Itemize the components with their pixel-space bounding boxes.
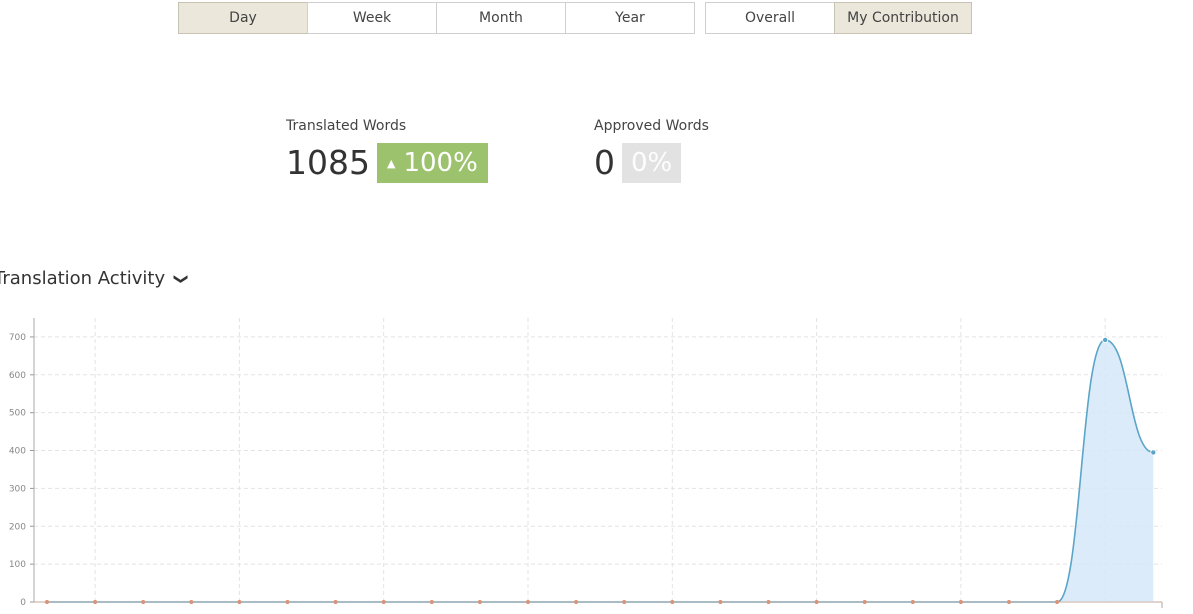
scope-my-contribution-button[interactable]: My Contribution — [834, 2, 972, 34]
y-tick-label: 200 — [9, 522, 26, 532]
approved-words-value: 0 — [594, 143, 615, 182]
y-tick-label: 0 — [20, 598, 26, 608]
translation-activity-chart: 0 100 200 300 400 500 600 700 — [9, 318, 1163, 608]
translated-words-label: Translated Words — [286, 118, 407, 134]
scope-tab-group: Overall My Contribution — [705, 2, 972, 34]
trend-up-icon: ▲ — [386, 156, 396, 170]
translated-words-stat: Translated Words 1085 ▲ 100% — [286, 118, 488, 183]
translation-activity-toggle[interactable]: Translation Activity ❯ — [0, 268, 189, 289]
y-tick-label: 100 — [9, 560, 26, 570]
y-tick-label: 300 — [9, 484, 26, 494]
approved-words-label: Approved Words — [594, 118, 709, 134]
data-point — [1102, 336, 1109, 343]
activity-line — [47, 339, 1154, 603]
period-tab-group: Day Week Month Year — [178, 2, 695, 34]
translated-change-value: 100% — [403, 148, 478, 178]
approved-change-value: 0% — [631, 148, 673, 178]
period-month-button[interactable]: Month — [436, 2, 566, 34]
data-point — [1150, 449, 1157, 456]
activity-area — [47, 339, 1154, 602]
y-tick-label: 700 — [9, 333, 26, 343]
period-year-button[interactable]: Year — [565, 2, 695, 34]
y-tick-label: 400 — [9, 447, 26, 457]
period-day-button[interactable]: Day — [178, 2, 308, 34]
translated-words-value: 1085 — [286, 143, 370, 182]
y-tick-label: 600 — [9, 371, 26, 381]
approved-words-stat: Approved Words 0 0% — [594, 118, 709, 183]
section-title: Translation Activity — [0, 268, 166, 289]
translated-change-badge: ▲ 100% — [376, 143, 488, 183]
y-tick-label: 500 — [9, 409, 26, 419]
period-week-button[interactable]: Week — [307, 2, 437, 34]
scope-overall-button[interactable]: Overall — [705, 2, 835, 34]
approved-change-badge: 0% — [622, 143, 682, 183]
chevron-down-icon: ❯ — [172, 272, 189, 285]
